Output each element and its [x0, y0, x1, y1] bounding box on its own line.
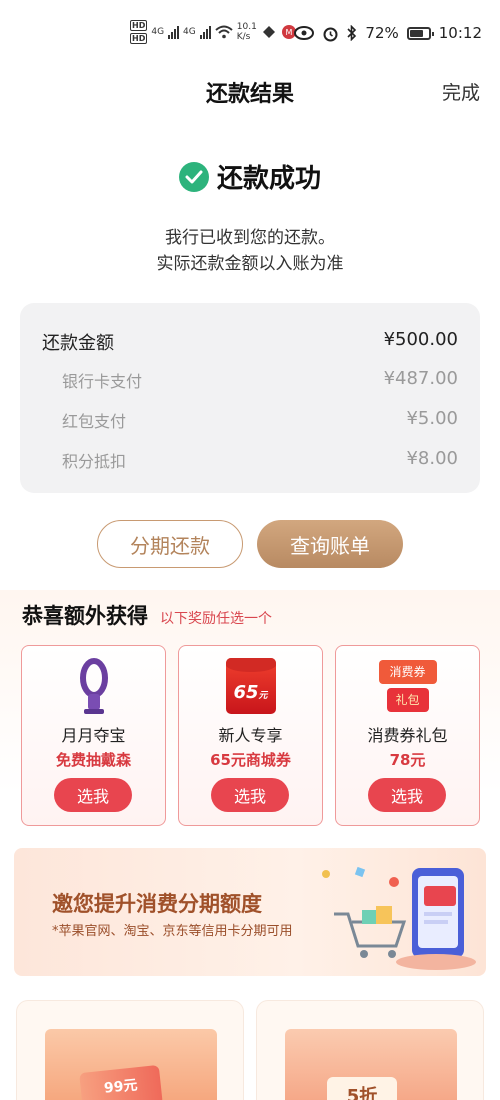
signal-icon: [199, 25, 211, 39]
wifi-icon: [215, 25, 233, 39]
alarm-icon: [323, 27, 338, 41]
status-bar: HD HD 4G 4G 10.1 K/s M 72% 10:12: [0, 0, 500, 70]
amount-item-row: 积分抵扣 ¥8.00: [62, 448, 458, 472]
reward-desc: 65元商城券: [210, 751, 291, 769]
amount-card: 还款金额 ¥500.00 银行卡支付 ¥487.00 红包支付 ¥5.00 积分…: [20, 303, 480, 493]
gift-tag: 礼包: [386, 688, 429, 712]
banner-title: 邀您提升消费分期额度: [52, 891, 262, 916]
total-label: 还款金额: [42, 333, 114, 354]
promo-badge: 5折: [327, 1077, 397, 1100]
bluetooth-icon: [347, 25, 357, 41]
promo-card[interactable]: 5折: [256, 1000, 484, 1100]
coupon-gift-icon: 消费券 礼包: [378, 658, 437, 714]
shopping-cart-illustration: [322, 866, 476, 970]
amount-item-label: 红包支付: [62, 412, 127, 431]
installment-repay-button[interactable]: 分期还款: [97, 520, 243, 568]
hd-badge: HD: [130, 33, 148, 44]
reward-desc: 78元: [389, 751, 426, 769]
reward-title: 恭喜额外获得: [22, 604, 148, 628]
result-description: 我行已收到您的还款。 实际还款金额以入账为准: [0, 225, 500, 277]
result-line-1: 我行已收到您的还款。: [165, 228, 335, 248]
reward-card[interactable]: 65元 新人专享 65元商城券 选我: [178, 645, 323, 826]
amount-item-label: 积分抵扣: [62, 452, 127, 471]
result-title: 还款成功: [216, 164, 321, 194]
battery-icon: [406, 26, 434, 40]
amount-item-value: ¥5.00: [406, 408, 458, 429]
pick-button[interactable]: 选我: [211, 778, 289, 812]
net-speed-value: 10.1: [236, 22, 257, 32]
eye-icon: [294, 26, 315, 40]
battery-percent: 72%: [365, 24, 399, 42]
reward-name: 新人专享: [218, 726, 283, 745]
pick-button[interactable]: 选我: [368, 778, 446, 812]
svg-text:M: M: [285, 28, 292, 37]
check-circle-icon: [178, 161, 209, 192]
hd-badge: HD: [130, 20, 148, 31]
reward-card[interactable]: 月月夺宝 免费抽戴森 选我: [21, 645, 166, 826]
page-title: 还款结果: [205, 82, 294, 107]
pick-button[interactable]: 选我: [54, 778, 132, 812]
fan-icon: [79, 658, 108, 714]
total-row: 还款金额 ¥500.00: [42, 329, 458, 355]
banner-subtitle: *苹果官网、淘宝、京东等信用卡分期可用: [52, 924, 293, 939]
envelope-amount: 65: [233, 682, 259, 703]
net-speed-unit: K/s: [236, 32, 251, 42]
result-line-2: 实际还款金额以入账为准: [156, 254, 344, 274]
status-right: 72% 10:12: [294, 24, 482, 42]
reward-card[interactable]: 消费券 礼包 消费券礼包 78元 选我: [335, 645, 480, 826]
network-type: 4G: [151, 27, 165, 37]
amount-item-row: 红包支付 ¥5.00: [62, 408, 458, 432]
red-envelope-icon: 65元: [225, 658, 276, 714]
installment-limit-banner[interactable]: 邀您提升消费分期额度 *苹果官网、淘宝、京东等信用卡分期可用: [14, 848, 486, 976]
amount-item-label: 银行卡支付: [62, 372, 143, 391]
reward-desc: 免费抽戴森: [55, 751, 131, 769]
reward-name: 月月夺宝: [61, 726, 126, 745]
amount-item-row: 银行卡支付 ¥487.00: [62, 368, 458, 392]
result-header: 还款成功: [0, 158, 500, 195]
total-value: ¥500.00: [383, 329, 458, 350]
amount-item-value: ¥8.00: [406, 448, 458, 469]
promo-card[interactable]: 99元: [16, 1000, 244, 1100]
reward-name: 消费券礼包: [367, 726, 448, 745]
reward-header: 恭喜额外获得 以下奖励任选一个: [22, 600, 272, 630]
reward-subtitle: 以下奖励任选一个: [160, 611, 272, 627]
signal-icon: [168, 25, 180, 39]
status-left: HD HD 4G 4G 10.1 K/s M: [130, 20, 297, 44]
app-notify-icon: [262, 26, 275, 38]
envelope-unit: 元: [258, 691, 268, 701]
coupon-tag: 消费券: [378, 660, 437, 684]
clock: 10:12: [438, 24, 482, 42]
amount-item-value: ¥487.00: [383, 368, 458, 389]
query-bill-button[interactable]: 查询账单: [257, 520, 403, 568]
done-button[interactable]: 完成: [442, 78, 480, 105]
network-type: 4G: [183, 27, 196, 37]
